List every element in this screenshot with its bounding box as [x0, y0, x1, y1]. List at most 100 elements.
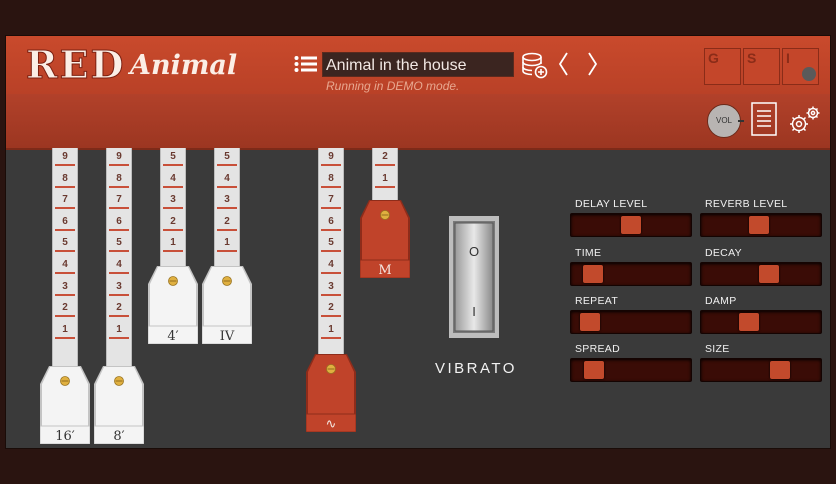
- drawbar-number: 5: [170, 151, 176, 162]
- drawbar-handle-4[interactable]: 4′: [148, 266, 198, 344]
- effect-slider[interactable]: [570, 262, 692, 286]
- drawbar-label-M: M: [378, 263, 391, 278]
- drawbar-handle-8[interactable]: 8′: [94, 366, 144, 444]
- slider-thumb[interactable]: [579, 313, 600, 331]
- drawbar-label-4: 4′: [167, 329, 178, 344]
- drawbar-rod-wave[interactable]: 9 8 7 6 5 4 3 2 1: [318, 148, 344, 356]
- drawbar-rod-16[interactable]: 9 8 7 6 5 4 3 2 1: [52, 148, 78, 368]
- drawbar-mark: [321, 185, 341, 188]
- plugin-window: RED Animal Animal in the house Running i…: [6, 36, 830, 448]
- previous-preset-icon[interactable]: [556, 50, 572, 78]
- drawbar-number: 1: [328, 323, 334, 335]
- drawbar-number: 9: [328, 151, 334, 162]
- next-preset-icon[interactable]: [584, 50, 600, 78]
- slider-thumb[interactable]: [582, 265, 603, 283]
- drawbar-label-IV: IV: [220, 329, 235, 344]
- effect-slider[interactable]: [570, 310, 692, 334]
- logo-animal: Animal: [130, 50, 238, 81]
- s-button[interactable]: S: [743, 48, 780, 85]
- i-button[interactable]: I: [782, 48, 819, 85]
- drawbar-rod-8[interactable]: 9 8 7 6 5 4 3 2 1: [106, 148, 132, 368]
- settings-gear-icon[interactable]: [788, 104, 822, 136]
- drawbar-number: 4: [328, 259, 334, 270]
- drawbar-mark: [217, 164, 237, 166]
- effect-slider[interactable]: [700, 213, 822, 237]
- demo-status: Running in DEMO mode.: [326, 79, 460, 93]
- effect-slider[interactable]: [570, 358, 692, 382]
- slider-thumb[interactable]: [770, 361, 791, 379]
- drawbar-rod-4[interactable]: 5 4 3 2 1: [160, 148, 186, 268]
- drawbar-number: 6: [62, 215, 68, 227]
- drawbar-mark: [55, 228, 75, 231]
- drawbar-mark: [55, 293, 75, 296]
- slider-thumb[interactable]: [749, 216, 770, 234]
- drawbar-rod-IV[interactable]: 5 4 3 2 1: [214, 148, 240, 268]
- drawbar-mark: [55, 250, 75, 253]
- drawbar-number: 3: [170, 194, 176, 206]
- volume-knob[interactable]: VOL: [707, 104, 744, 138]
- drawbar-number: 3: [328, 280, 334, 292]
- drawbar-number: 5: [116, 237, 122, 249]
- drawbar-number: 2: [224, 215, 230, 227]
- drawbar-handle-16[interactable]: 16′: [40, 366, 90, 444]
- preset-list-icon[interactable]: [294, 55, 318, 73]
- drawbar-handle-wave[interactable]: ∿: [306, 354, 356, 432]
- drawbar-mark: [109, 336, 129, 339]
- drawbar-mark: [109, 207, 129, 210]
- drawbar-mark: [321, 272, 341, 274]
- drawbar-number: 2: [328, 302, 334, 314]
- drawbar-number: 5: [328, 237, 334, 249]
- vibrato-label: VIBRATO: [435, 360, 517, 377]
- drawbar-number: 1: [224, 237, 230, 249]
- drawbar-mark: [55, 315, 75, 318]
- drawbar-handle-M[interactable]: M: [360, 200, 410, 278]
- effect-slider[interactable]: [570, 213, 692, 237]
- drawbar-mark: [163, 164, 183, 166]
- drawbar-number: 9: [116, 151, 122, 162]
- drawbar-number: 8: [62, 172, 68, 184]
- vibrato-switch[interactable]: O I: [449, 216, 499, 338]
- drawbar-mark: [217, 185, 237, 188]
- drawbar-label-wave: ∿: [326, 417, 337, 432]
- drawbar-number: 4: [170, 172, 176, 184]
- slider-thumb[interactable]: [621, 216, 641, 234]
- drawbar-mark: [321, 228, 341, 231]
- save-preset-database-icon[interactable]: [520, 52, 548, 80]
- drawbar-number: 5: [62, 237, 68, 249]
- drawbar-number: 3: [116, 280, 122, 292]
- drawbar-number: 1: [382, 172, 388, 184]
- drawbar-number: 4: [116, 259, 122, 270]
- drawbar-mark: [321, 250, 341, 253]
- i-indicator-dot: [802, 67, 816, 81]
- effect-slider[interactable]: [700, 358, 822, 382]
- drawbar-number: 2: [382, 151, 388, 162]
- effect-label: DECAY: [705, 247, 742, 259]
- effect-slider[interactable]: [700, 310, 822, 334]
- volume-indicator: [738, 120, 744, 122]
- drawbar-mark: [375, 164, 395, 166]
- drawbar-number: 4: [62, 259, 68, 270]
- drawbar-number: 3: [62, 280, 68, 292]
- drawbar-mark: [109, 250, 129, 253]
- g-button[interactable]: G: [704, 48, 741, 85]
- effect-label: SIZE: [705, 343, 730, 355]
- volume-label: VOL: [715, 116, 732, 125]
- drawbar-mark: [109, 272, 129, 274]
- slider-thumb[interactable]: [758, 265, 779, 283]
- effect-slider[interactable]: [700, 262, 822, 286]
- drawbar-number: 1: [62, 323, 68, 335]
- manual-document-icon[interactable]: [751, 102, 777, 136]
- slider-thumb[interactable]: [583, 361, 604, 379]
- drawbar-mark: [55, 272, 75, 274]
- drawbar-handle-IV[interactable]: IV: [202, 266, 252, 344]
- drawbar-number: 1: [116, 323, 122, 335]
- preset-name-field[interactable]: Animal in the house: [322, 52, 514, 77]
- vibrato-on-symbol: O: [469, 244, 479, 259]
- i-button-label: I: [786, 50, 790, 66]
- drawbar-mark: [217, 228, 237, 231]
- slider-thumb[interactable]: [739, 313, 760, 331]
- drawbar-number: 2: [62, 302, 68, 314]
- drawbar-mark: [55, 336, 75, 339]
- drawbar-mark: [163, 207, 183, 210]
- drawbar-rod-M[interactable]: 21: [372, 148, 398, 202]
